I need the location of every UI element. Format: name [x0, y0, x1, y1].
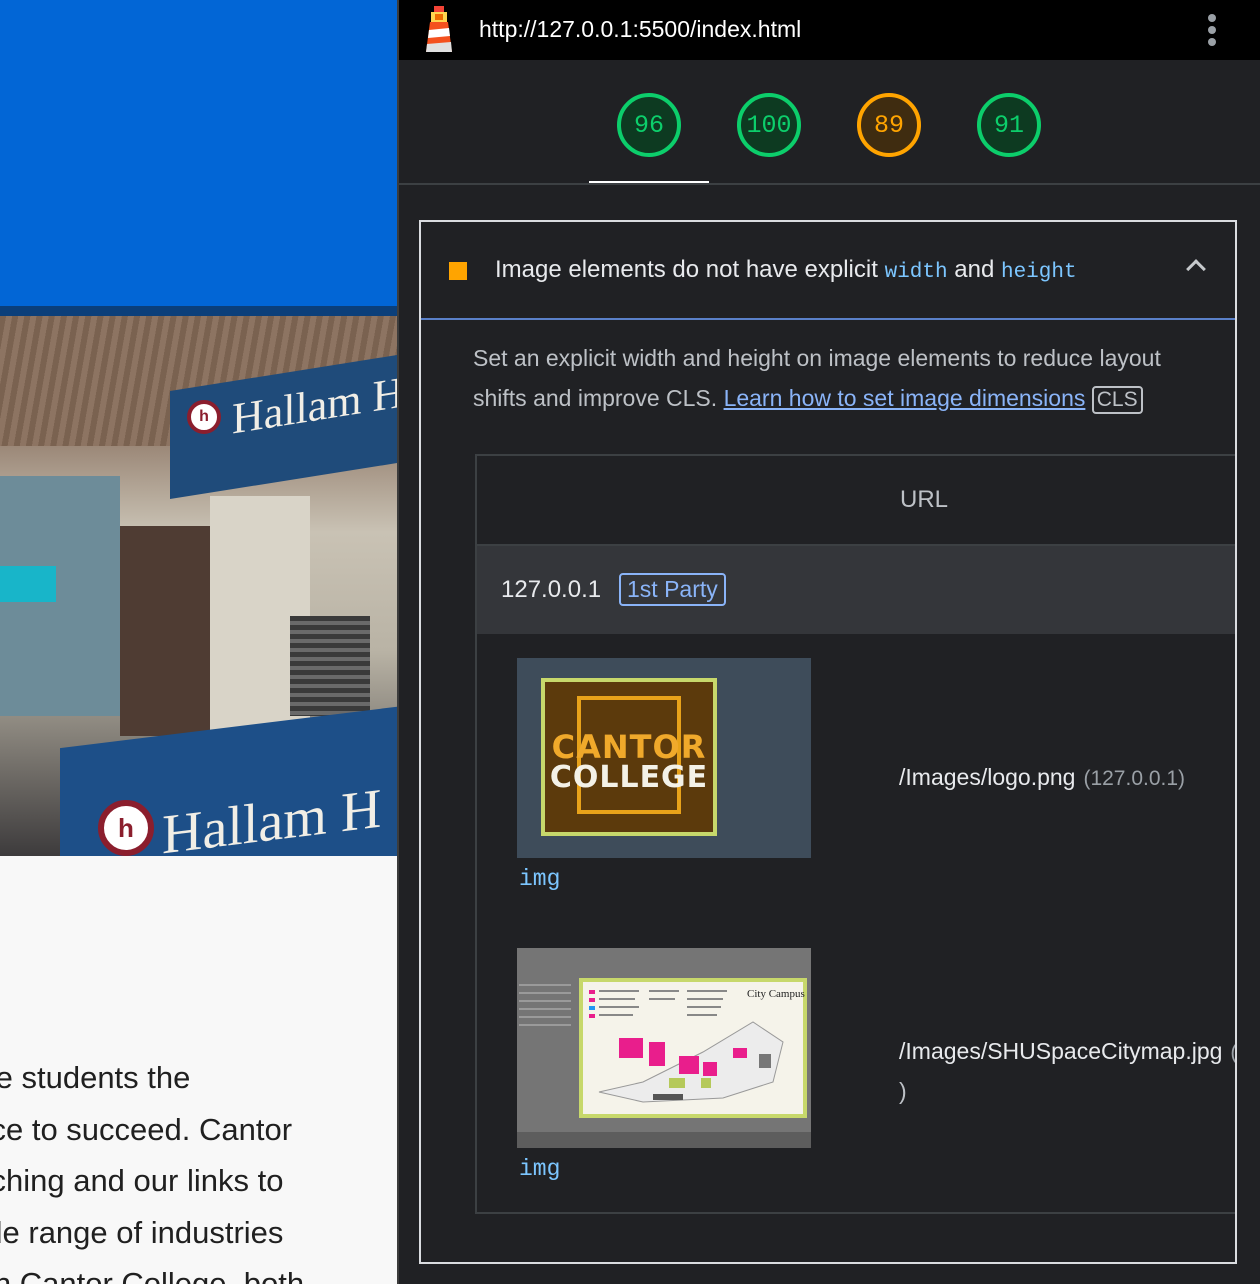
column-header-url: URL — [899, 486, 948, 513]
photo-door — [120, 526, 210, 736]
entity-host: 127.0.0.1 — [501, 576, 602, 603]
active-gauge-indicator — [589, 181, 709, 183]
score-gauge-seo[interactable]: 91 — [977, 93, 1041, 157]
hallam-logo-icon: h — [98, 800, 154, 856]
entity-row: 127.0.0.1 1st Party — [477, 546, 1235, 634]
lighthouse-panel: http://127.0.0.1:5500/index.html 96 100 … — [397, 0, 1260, 1284]
audit-unsized-images: Image elements do not have explicit widt… — [419, 220, 1237, 1264]
hero-banner — [0, 0, 397, 306]
chevron-up-icon[interactable] — [1186, 259, 1206, 279]
photo-cabinet — [290, 616, 370, 716]
code-width: width — [884, 261, 948, 284]
cls-tag: CLS — [1091, 386, 1143, 414]
intro-line: eaching and our links to — [0, 1163, 284, 1198]
lighthouse-icon — [421, 6, 457, 59]
first-party-badge: 1st Party — [619, 573, 726, 606]
cantor-college-logo: CANTOR COLLEGE — [541, 678, 717, 836]
map-side-text — [517, 978, 577, 1038]
score-gauge-accessibility[interactable]: 100 — [737, 93, 801, 157]
intro-line: wide range of industries — [0, 1214, 284, 1250]
intro-paragraph: give students the ence to succeed. Canto… — [0, 1052, 396, 1284]
banner-divider — [0, 306, 397, 316]
item-url[interactable]: /Images/logo.png (127.0.0.1) — [899, 764, 1185, 791]
photo-window — [0, 566, 56, 602]
audit-title: Image elements do not have explicit widt… — [495, 256, 1077, 284]
item-url-tail: ) — [899, 1078, 907, 1104]
item-url[interactable]: /Images/SHUSpaceCitymap.jpg( — [899, 1038, 1235, 1065]
more-options-icon[interactable] — [1201, 10, 1223, 50]
intro-line: with Cantor College, both — [0, 1266, 305, 1284]
table-header: URL — [477, 456, 1235, 546]
audit-description: Set an explicit width and height on imag… — [473, 338, 1213, 418]
reception-photo: h Hallam H h Hallam H — [0, 316, 397, 856]
image-thumbnail-logo[interactable]: CANTOR COLLEGE — [517, 658, 811, 858]
score-gauges: 96 100 89 91 — [399, 61, 1260, 245]
score-gauge-best-practices[interactable]: 89 — [857, 93, 921, 157]
intro-line: ence to succeed. Cantor — [0, 1111, 293, 1147]
city-campus-map: City Campus — [579, 978, 807, 1118]
code-height: height — [1000, 261, 1077, 284]
details-table: URL 127.0.0.1 1st Party CANTOR COLLEGE i… — [475, 454, 1235, 1214]
report-url: http://127.0.0.1:5500/index.html — [479, 16, 802, 42]
map-footer — [517, 1132, 811, 1148]
page-preview: h Hallam H h Hallam H give students the … — [0, 0, 397, 1284]
intro-line: give students the — [0, 1060, 191, 1095]
node-label[interactable]: img — [519, 866, 560, 892]
hallam-logo-icon: h — [187, 400, 221, 434]
warning-square-icon — [449, 262, 467, 280]
report-topbar: http://127.0.0.1:5500/index.html — [399, 0, 1260, 60]
image-thumbnail-citymap[interactable]: City Campus — [517, 948, 811, 1148]
learn-more-link[interactable]: Learn how to set image dimensions — [724, 385, 1086, 411]
audit-header[interactable]: Image elements do not have explicit widt… — [421, 222, 1235, 320]
score-gauge-performance[interactable]: 96 — [617, 93, 681, 157]
node-label[interactable]: img — [519, 1156, 560, 1182]
